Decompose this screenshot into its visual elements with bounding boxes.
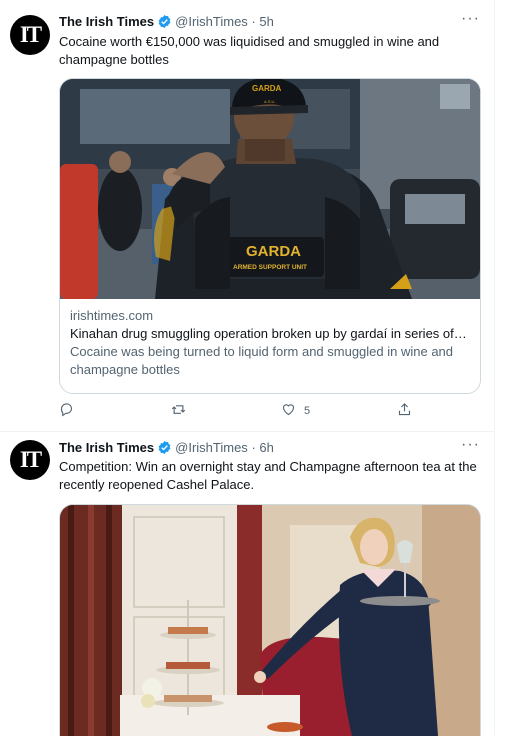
retweet-icon xyxy=(171,402,186,420)
avatar[interactable]: IT xyxy=(10,440,50,480)
tweet-header: The Irish Times @IrishTimes · 6h xyxy=(59,440,274,459)
verified-badge-icon xyxy=(157,440,172,459)
timestamp[interactable]: 6h xyxy=(259,440,273,455)
retweet-button[interactable] xyxy=(171,402,194,420)
verified-badge-icon xyxy=(157,14,172,33)
tweet-text: Competition: Win an overnight stay and C… xyxy=(59,459,477,492)
svg-text:ARMED SUPPORT UNIT: ARMED SUPPORT UNIT xyxy=(233,264,307,271)
like-count: 5 xyxy=(304,405,311,417)
timeline-feed: IT The Irish Times @IrishTimes · 5h ··· C… xyxy=(0,0,495,736)
share-icon xyxy=(397,402,412,420)
more-options-icon[interactable]: ··· xyxy=(461,10,480,28)
card-domain: irishtimes.com xyxy=(70,308,154,323)
reply-icon xyxy=(59,402,74,420)
like-button[interactable]: 5 xyxy=(281,402,310,420)
handle[interactable]: @IrishTimes xyxy=(175,14,248,29)
svg-text:GARDA: GARDA xyxy=(246,243,301,260)
timestamp[interactable]: 5h xyxy=(259,14,273,29)
share-button[interactable] xyxy=(397,402,420,420)
tweet-actions: 5 xyxy=(59,402,459,422)
tweet-photo[interactable] xyxy=(59,504,481,736)
link-card[interactable]: GARDA A.S.U. GARDA ARMED SUPPORT UNIT ir… xyxy=(59,78,481,394)
tweet-text: Cocaine worth €150,000 was liquidised an… xyxy=(59,34,440,67)
reply-button[interactable] xyxy=(59,402,82,420)
card-description: Cocaine was being turned to liquid form … xyxy=(70,344,454,377)
svg-text:GARDA: GARDA xyxy=(252,84,282,93)
svg-text:A.S.U.: A.S.U. xyxy=(264,99,276,104)
card-image: GARDA A.S.U. GARDA ARMED SUPPORT UNIT xyxy=(60,79,480,299)
handle[interactable]: @IrishTimes xyxy=(175,440,248,455)
separator: · xyxy=(251,14,256,29)
author-name[interactable]: The Irish Times xyxy=(59,440,154,455)
avatar[interactable]: IT xyxy=(10,15,50,55)
card-meta: irishtimes.com Kinahan drug smuggling op… xyxy=(70,307,470,379)
like-icon xyxy=(281,402,296,420)
tweet[interactable]: IT The Irish Times @IrishTimes · 5h ··· C… xyxy=(0,0,494,432)
tweet[interactable]: IT The Irish Times @IrishTimes · 6h ··· C… xyxy=(0,432,494,736)
more-options-icon[interactable]: ··· xyxy=(461,436,480,454)
card-title: Kinahan drug smuggling operation broken … xyxy=(70,326,470,341)
tweet-header: The Irish Times @IrishTimes · 5h xyxy=(59,14,274,33)
separator: · xyxy=(251,440,256,455)
author-name[interactable]: The Irish Times xyxy=(59,14,154,29)
